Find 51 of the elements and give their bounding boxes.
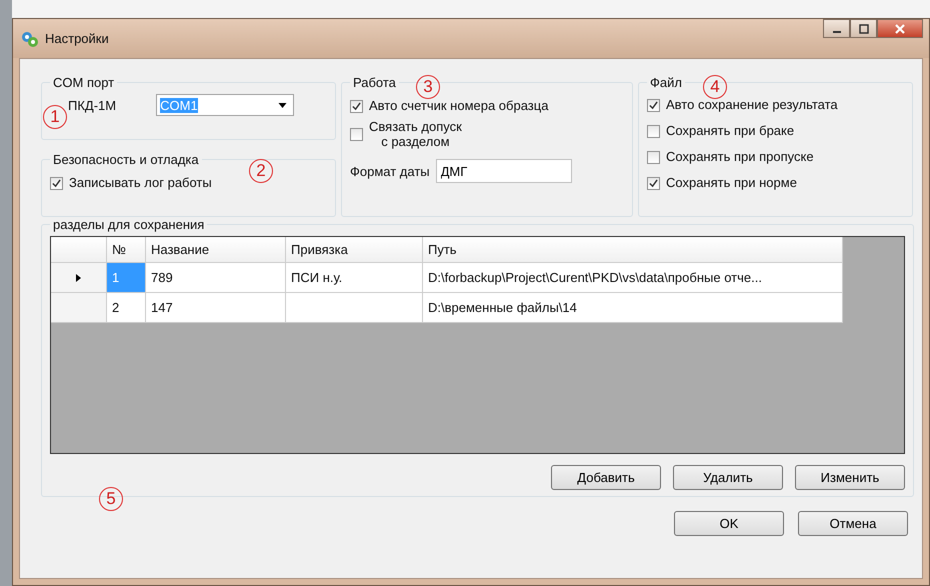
window-title: Настройки [45, 31, 109, 46]
checkbox[interactable] [647, 125, 660, 138]
column-header[interactable]: Название [146, 237, 286, 263]
checkbox-label: Сохранять при пропуске [666, 149, 814, 164]
group-title: Работа [352, 75, 397, 90]
group-title: разделы для сохранения [52, 217, 206, 232]
gears-icon [21, 30, 39, 48]
port-label: ПКД-1М [68, 98, 116, 112]
close-button[interactable] [877, 19, 923, 38]
group-title: COM порт [52, 75, 116, 90]
minimize-icon [832, 30, 840, 32]
checkbox-label: Сохранять при браке [666, 123, 794, 138]
checkbox[interactable] [647, 151, 660, 164]
maximize-icon [858, 24, 870, 34]
dialog-button[interactable]: Отмена [798, 511, 908, 536]
annotation-marker: 4 [703, 75, 727, 99]
minimize-button[interactable] [823, 19, 850, 38]
checkbox-label: Авто сохранение результата [666, 97, 838, 112]
dropdown-arrow-icon [278, 102, 288, 108]
dropdown-value: COM1 [160, 98, 198, 112]
checkbox-label: Авто счетчик номера образца [369, 98, 548, 113]
table-cell: 2 [107, 293, 146, 323]
dialog-button[interactable]: OK [674, 511, 784, 536]
column-header[interactable]: № [107, 237, 146, 263]
checkbox[interactable] [350, 100, 363, 113]
action-button[interactable]: Добавить [551, 465, 661, 490]
column-header[interactable]: Путь [423, 237, 843, 263]
group-title: Безопасность и отладка [52, 152, 200, 167]
annotation-marker: 2 [249, 159, 273, 183]
annotation-marker: 5 [99, 487, 123, 511]
checkbox[interactable] [350, 128, 363, 141]
group-title: Файл [649, 75, 683, 90]
action-button[interactable]: Удалить [673, 465, 783, 490]
checkbox[interactable] [647, 177, 660, 190]
close-icon [894, 24, 906, 34]
table-cell: D:\временные файлы\14 [423, 293, 843, 323]
action-button[interactable]: Изменить [795, 465, 905, 490]
checkbox[interactable] [647, 99, 660, 112]
maximize-button[interactable] [850, 19, 877, 38]
row-header [51, 237, 107, 263]
checkbox-label: Сохранять при норме [666, 175, 797, 190]
date-format-label: Формат даты [350, 164, 430, 178]
checkbox-label: Связать допуск с разделом [369, 119, 462, 149]
annotation-marker: 1 [43, 105, 67, 129]
table-cell: 147 [146, 293, 286, 323]
column-header[interactable]: Привязка [286, 237, 423, 263]
checkbox[interactable] [50, 177, 63, 190]
checkbox-label: Записывать лог работы [69, 175, 212, 190]
annotation-marker: 3 [416, 75, 440, 99]
date-format-field[interactable]: ДМГ [436, 159, 572, 183]
table-cell: 1 [107, 263, 146, 293]
